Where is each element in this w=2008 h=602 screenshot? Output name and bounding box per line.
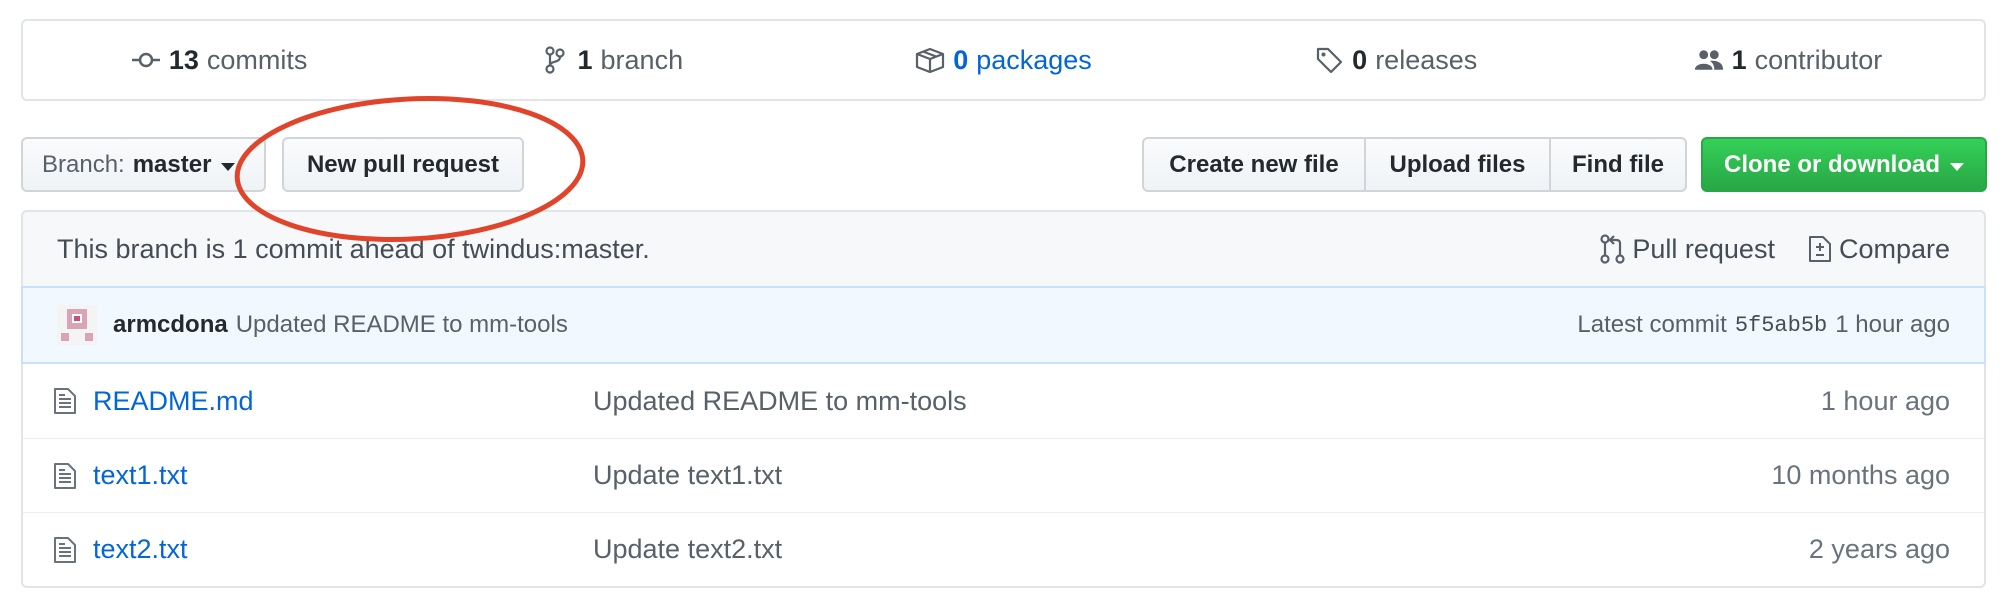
latest-commit-bar: armcdona Updated README to mm-tools Late… bbox=[21, 286, 1986, 364]
people-icon bbox=[1694, 45, 1724, 75]
releases-count: 0 bbox=[1352, 44, 1368, 75]
branch-name: master bbox=[132, 150, 212, 178]
file-icon bbox=[53, 536, 83, 564]
tag-icon bbox=[1314, 45, 1344, 75]
packages-link[interactable]: 0 packages bbox=[807, 45, 1199, 76]
branches-count: 1 bbox=[577, 44, 593, 75]
clone-or-download-button[interactable]: Clone or download bbox=[1701, 137, 1987, 192]
create-new-file-button[interactable]: Create new file bbox=[1142, 137, 1366, 192]
commits-count: 13 bbox=[168, 44, 199, 75]
latest-commit: Latest commit 5f5ab5b 1 hour ago bbox=[1577, 311, 1950, 339]
file-commit-message[interactable]: Update text2.txt bbox=[593, 534, 1809, 565]
commit-sha[interactable]: 5f5ab5b bbox=[1735, 313, 1827, 338]
commit-icon bbox=[131, 45, 161, 75]
file-age: 10 months ago bbox=[1771, 460, 1950, 490]
contributors-count: 1 bbox=[1731, 44, 1747, 75]
git-pull-request-icon bbox=[1600, 234, 1626, 264]
branch-ahead-text: This branch is 1 commit ahead of twindus… bbox=[57, 233, 650, 264]
commit-age: 1 hour ago bbox=[1835, 311, 1950, 338]
packages-count: 0 bbox=[953, 44, 969, 75]
compare-link[interactable]: Compare bbox=[1807, 234, 1950, 265]
file-row: text1.txt Update text1.txt 10 months ago bbox=[23, 438, 1984, 512]
file-name-link[interactable]: text1.txt bbox=[93, 460, 593, 491]
pull-request-link[interactable]: Pull request bbox=[1600, 234, 1775, 265]
compare-label: Compare bbox=[1838, 233, 1950, 264]
file-row: text2.txt Update text2.txt 2 years ago bbox=[23, 512, 1984, 586]
package-icon bbox=[915, 45, 945, 75]
file-actions-group: Create new file Upload files Find file bbox=[1142, 137, 1687, 192]
avatar[interactable] bbox=[57, 305, 97, 345]
commit-message[interactable]: Updated README to mm-tools bbox=[236, 311, 1578, 339]
file-age: 1 hour ago bbox=[1820, 385, 1950, 416]
find-file-button[interactable]: Find file bbox=[1549, 137, 1687, 192]
file-list: README.md Updated README to mm-tools 1 h… bbox=[21, 364, 1986, 588]
file-commit-message[interactable]: Update text1.txt bbox=[593, 460, 1771, 491]
clone-or-download-label: Clone or download bbox=[1724, 150, 1940, 178]
releases-label: releases bbox=[1375, 44, 1478, 75]
new-pull-request-button[interactable]: New pull request bbox=[282, 137, 524, 192]
branch-icon bbox=[540, 45, 570, 75]
file-icon bbox=[53, 387, 83, 415]
file-icon bbox=[53, 462, 83, 490]
contributors-label: contributor bbox=[1754, 44, 1883, 75]
numbers-summary: 13 commits 1 branch 0 packages 0 release… bbox=[21, 19, 1986, 101]
latest-commit-label: Latest commit bbox=[1577, 311, 1727, 338]
branches-link[interactable]: 1 branch bbox=[415, 45, 807, 76]
commits-label: commits bbox=[206, 44, 308, 75]
branch-infobar: This branch is 1 commit ahead of twindus… bbox=[21, 210, 1986, 286]
branch-select-button[interactable]: Branch: master bbox=[21, 137, 266, 192]
commit-author[interactable]: armcdona bbox=[113, 311, 228, 339]
packages-label: packages bbox=[976, 44, 1092, 75]
chevron-down-icon bbox=[1950, 162, 1964, 171]
diff-icon bbox=[1807, 234, 1833, 264]
commits-link[interactable]: 13 commits bbox=[23, 45, 415, 76]
branches-label: branch bbox=[600, 44, 684, 75]
file-name-link[interactable]: README.md bbox=[93, 386, 593, 417]
file-name-link[interactable]: text2.txt bbox=[93, 534, 593, 565]
chevron-down-icon bbox=[221, 162, 236, 171]
file-commit-message[interactable]: Updated README to mm-tools bbox=[593, 386, 1821, 417]
contributors-link[interactable]: 1 contributor bbox=[1592, 45, 1984, 76]
upload-files-button[interactable]: Upload files bbox=[1364, 137, 1551, 192]
branch-prefix: Branch: bbox=[42, 150, 125, 178]
pull-request-label: Pull request bbox=[1632, 233, 1775, 264]
file-age: 2 years ago bbox=[1808, 534, 1950, 564]
file-row: README.md Updated README to mm-tools 1 h… bbox=[23, 364, 1984, 438]
releases-link[interactable]: 0 releases bbox=[1200, 45, 1592, 76]
